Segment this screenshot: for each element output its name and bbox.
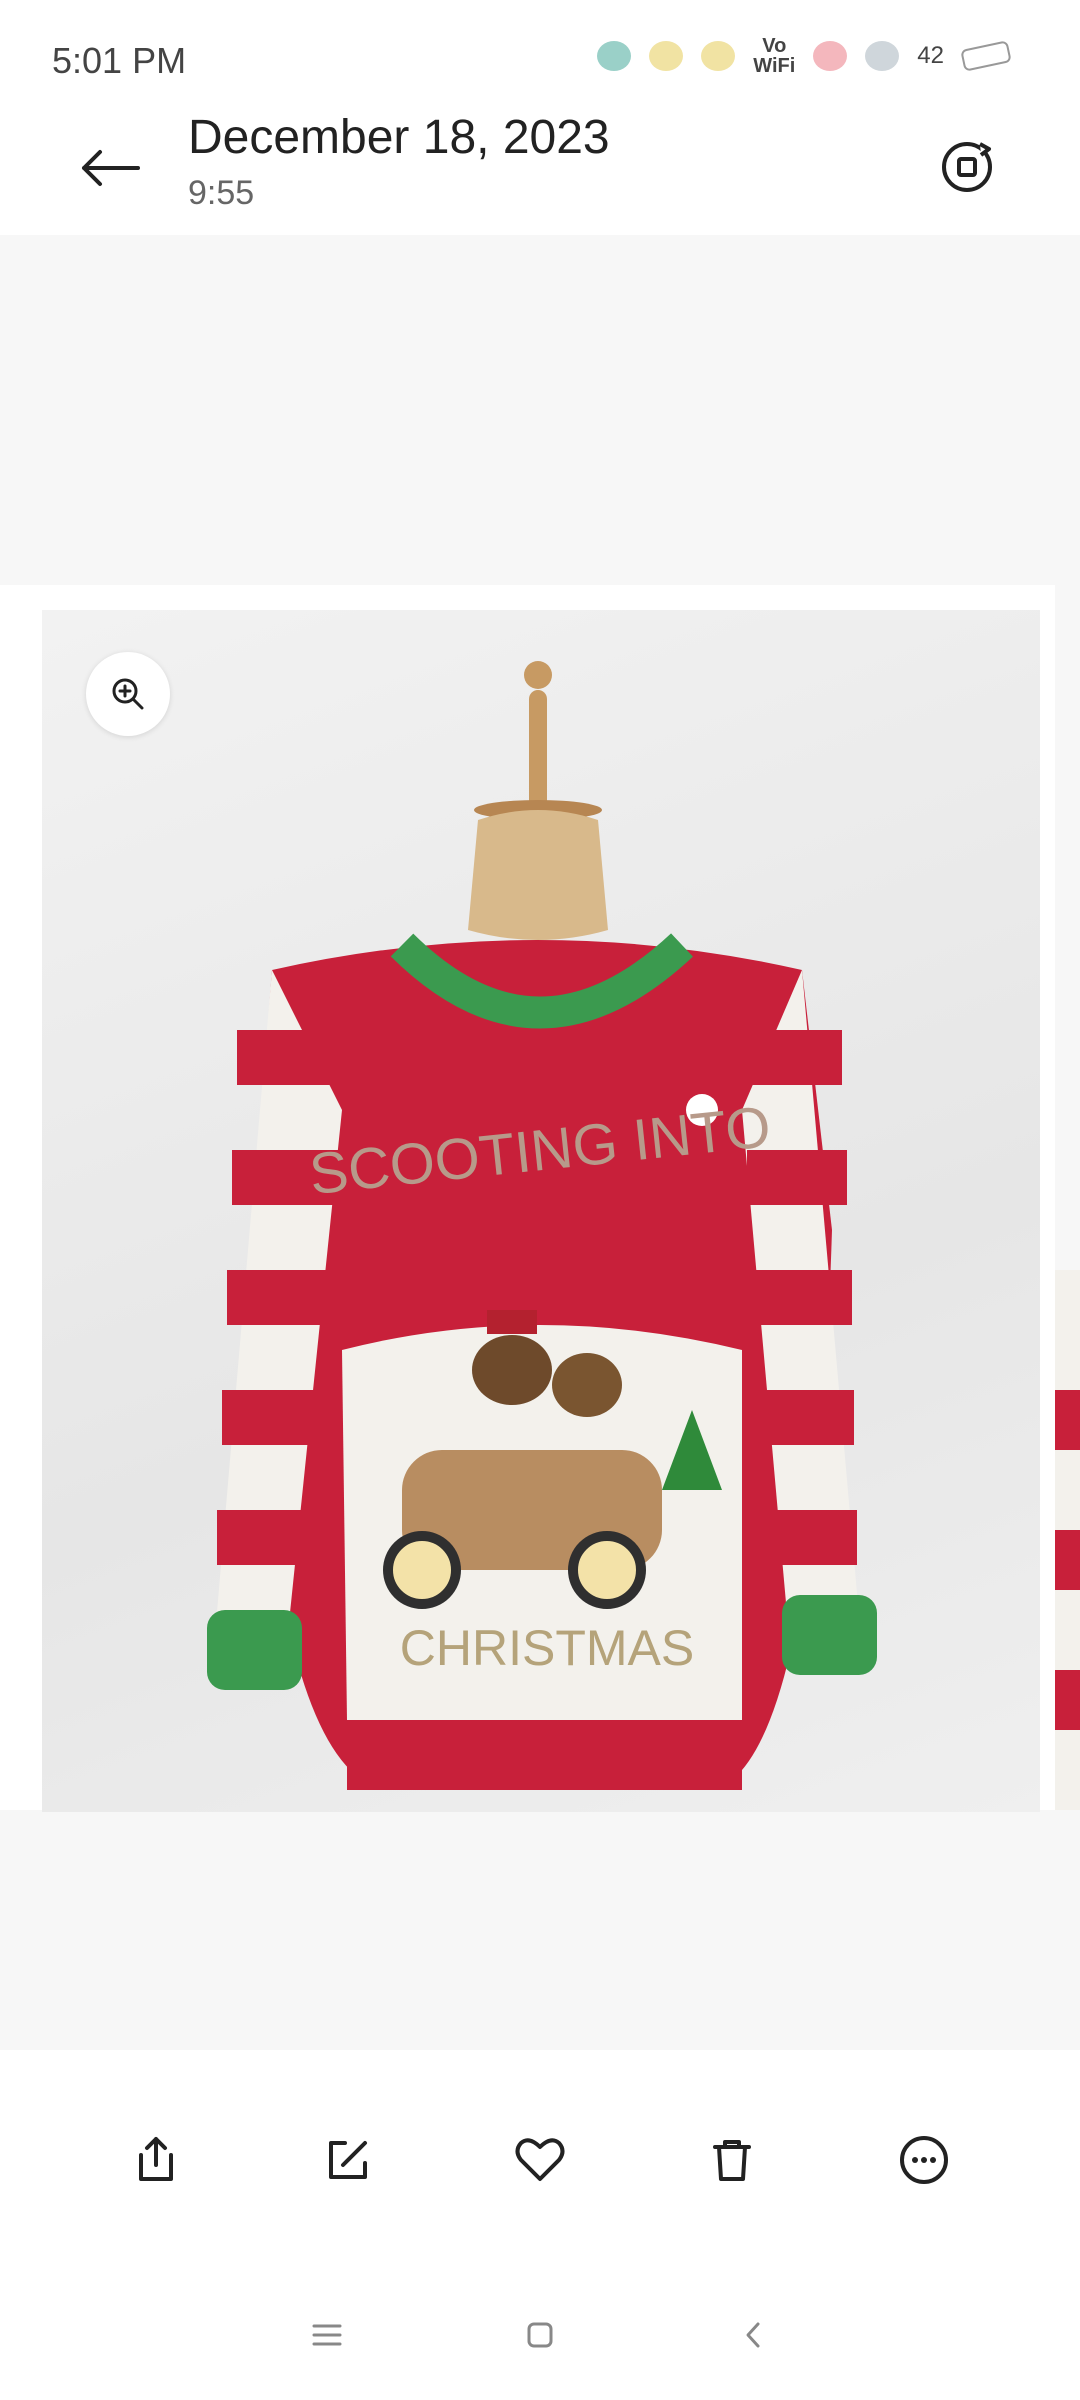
status-time: 5:01 PM — [52, 40, 187, 81]
bottom-toolbar — [0, 2050, 1080, 2270]
delete-button[interactable] — [687, 2115, 777, 2205]
arrow-left-icon — [82, 150, 140, 186]
status-bar: 5:01 PM Vo WiFi 42 — [0, 0, 1080, 110]
back-button[interactable] — [70, 128, 150, 208]
rotate-icon — [942, 142, 992, 192]
battery-level: 42 — [917, 42, 944, 69]
vowifi-bottom: WiFi — [753, 55, 796, 77]
more-button[interactable] — [879, 2115, 969, 2205]
notification-icon — [649, 41, 684, 71]
sweater-text-bottom: CHRISTMAS — [400, 1620, 694, 1676]
system-nav-bar — [0, 2270, 1080, 2400]
more-icon — [900, 2136, 948, 2184]
trash-icon — [713, 2140, 751, 2181]
back-icon — [746, 2322, 760, 2348]
share-button[interactable] — [111, 2115, 201, 2205]
vowifi-top: Vo — [762, 35, 787, 57]
back-nav-button[interactable] — [723, 2305, 783, 2365]
top-bar: December 18, 2023 9:55 — [0, 110, 1080, 235]
edit-button[interactable] — [303, 2115, 393, 2205]
main-photo[interactable]: SCOOTING INTO CHRISTMAS — [42, 610, 1040, 1812]
next-photo-stripes — [1055, 1270, 1080, 1810]
zoom-button[interactable] — [86, 652, 170, 736]
favorite-button[interactable] — [495, 2115, 585, 2205]
notification-icon — [701, 41, 736, 71]
notification-icon — [813, 41, 848, 71]
vowifi-icon: Vo WiFi — [753, 36, 795, 76]
home-icon — [527, 2322, 553, 2348]
rotate-button[interactable] — [924, 124, 1010, 210]
share-icon — [139, 2137, 173, 2181]
next-photo-preview[interactable] — [1055, 1270, 1080, 1810]
notification-icon — [865, 41, 900, 71]
recents-button[interactable] — [297, 2305, 357, 2365]
battery-icon — [960, 40, 1012, 72]
status-icons: Vo WiFi 42 — [597, 36, 1012, 76]
notification-icon — [597, 41, 632, 71]
page-subtitle: 9:55 — [188, 174, 255, 212]
menu-icon — [312, 2324, 342, 2346]
home-button[interactable] — [510, 2305, 570, 2365]
sweater-illustration: SCOOTING INTO CHRISTMAS — [207, 661, 877, 1790]
edit-icon — [329, 2141, 367, 2179]
zoom-in-icon — [112, 678, 144, 710]
page-title: December 18, 2023 — [188, 111, 610, 164]
heart-icon — [515, 2138, 565, 2181]
